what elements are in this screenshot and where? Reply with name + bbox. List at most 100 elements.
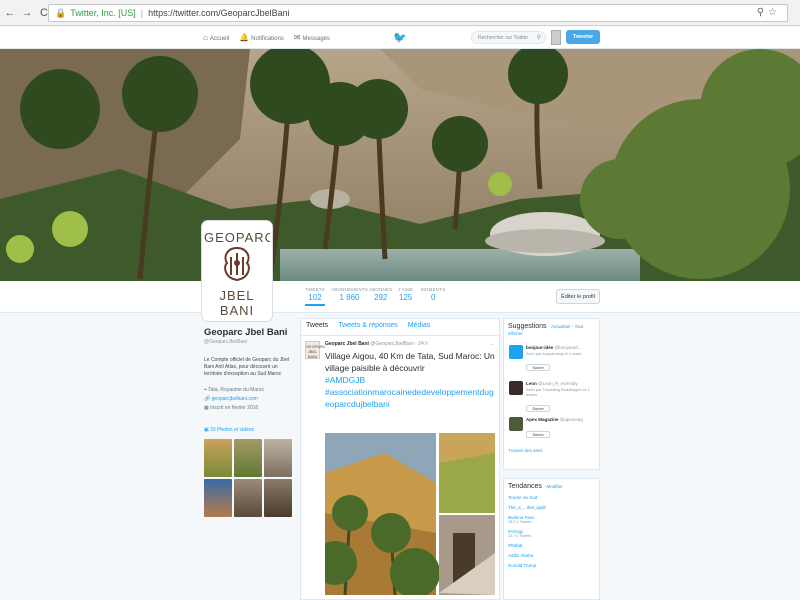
stat-followers[interactable]: ABONNÉS 292: [369, 287, 392, 302]
stat-followers-label: ABONNÉS: [369, 287, 393, 292]
nav-notifications[interactable]: 🔔 Notifications: [239, 33, 284, 42]
tweet-button[interactable]: Tweeter: [566, 30, 600, 44]
stat-tweets[interactable]: TWEETS 102: [305, 287, 325, 306]
profile-joined: ▦ Inscrit en février 2016: [204, 404, 294, 413]
hashtag-link[interactable]: #associationmarocainededeveloppementduge…: [325, 387, 494, 409]
stat-likes[interactable]: J'AIME 125: [398, 287, 413, 302]
photo-icon: ▣: [204, 427, 209, 433]
photos-videos-label: 33 Photos et vidéos: [210, 427, 255, 433]
forward-button[interactable]: →: [20, 7, 34, 19]
avatar-logo-line2: JBEL BANI: [219, 288, 255, 318]
stat-following[interactable]: ABONNEMENTS 1 860: [331, 287, 368, 302]
photo-thumbnail[interactable]: [264, 479, 292, 517]
suggestion-item[interactable]: bonjour-idée @bonjourid… Suivi par sospa…: [508, 345, 595, 373]
tweet-body-text: Village Aigou, 40 Km de Tata, Sud Maroc:…: [325, 351, 495, 373]
trends-panel: Tendances · Modifier Teodor du Sud The_4…: [503, 478, 600, 600]
follow-button[interactable]: Suivre: [526, 431, 550, 438]
follow-button[interactable]: Suivre: [526, 405, 550, 412]
avatar[interactable]: [509, 417, 523, 431]
profile-nav-bar: TWEETS 102 ABONNEMENTS 1 860 ABONNÉS 292…: [0, 281, 800, 313]
profile-handle[interactable]: @GeoparcJbelBani: [204, 339, 294, 345]
account-avatar[interactable]: [551, 30, 561, 45]
tweet-header: Geoparc Jbel Bani @GeoparcJbelBani · 24 …: [325, 341, 494, 347]
geoparc-logo-icon: [224, 246, 250, 282]
who-to-follow: Suggestions · Actualiser · Tout afficher…: [503, 318, 600, 470]
profile-website-link[interactable]: geoparcjbelbani.com: [212, 396, 258, 402]
trend-item[interactable]: The_4_...ibel_iqalil: [508, 505, 595, 510]
suggestion-context: Suivi par sosparming et 1 autre: [526, 351, 582, 356]
tweet-photos: [313, 433, 495, 598]
stat-following-value: 1 860: [339, 293, 360, 302]
stat-tweets-label: TWEETS: [305, 287, 325, 292]
tweet-avatar[interactable]: GEOPARC JBEL BANI: [305, 341, 326, 359]
nav-messages-label: Messages: [302, 36, 330, 42]
oasis-banner-image: [0, 49, 800, 281]
trend-item[interactable]: Teodor du Sud: [508, 495, 595, 500]
stat-likes-label: J'AIME: [398, 287, 414, 292]
suggestion-handle: @Leon_R_Hornsby: [538, 381, 578, 386]
tab-tweets-replies[interactable]: Tweets & réponses: [338, 322, 398, 332]
trend-item[interactable]: Donald Trump: [508, 563, 595, 568]
profile-name[interactable]: Geoparc Jbel Bani: [204, 327, 294, 338]
tweet-handle-time: @GeoparcJbelBani · 24 h: [370, 341, 428, 347]
trend-item[interactable]: #Ahogy 12,7 k Tweets: [508, 529, 595, 538]
search-icon[interactable]: ⚲: [537, 34, 541, 41]
avatar[interactable]: [509, 381, 523, 395]
profile-location: ⌖ Tata, Royaume du Maroc: [204, 386, 294, 395]
photo-thumbnail[interactable]: [234, 479, 262, 517]
hashtag-link[interactable]: #AMDGJB: [325, 375, 365, 385]
tweet-media[interactable]: [313, 433, 495, 598]
search-icon[interactable]: ⚲: [757, 7, 768, 18]
suggestions-title: Suggestions: [508, 323, 547, 330]
tab-media[interactable]: Médias: [408, 322, 431, 332]
tab-tweets[interactable]: Tweets: [306, 322, 328, 332]
photos-videos-link[interactable]: ▣ 33 Photos et vidéos: [204, 427, 254, 433]
twitter-bird-icon[interactable]: 🐦: [393, 31, 407, 44]
link-icon: 🔗: [204, 396, 211, 402]
calendar-icon: ▦: [204, 405, 209, 411]
tweet[interactable]: GEOPARC JBEL BANI Geoparc Jbel Bani @Geop…: [301, 336, 499, 410]
trends-title: Tendances: [508, 483, 542, 490]
photo-grid: [204, 439, 292, 517]
suggestion-item[interactable]: Apex Magazine @apexmag Suivre: [508, 417, 595, 445]
tweet-author[interactable]: Geoparc Jbel Bani: [325, 341, 369, 347]
photo-thumbnail[interactable]: [234, 439, 262, 477]
trend-item[interactable]: #Rabat: [508, 543, 595, 548]
tweet-text: Village Aigou, 40 Km de Tata, Sud Maroc:…: [325, 350, 497, 410]
profile-meta: ⌖ Tata, Royaume du Maroc 🔗 geoparcjbelba…: [204, 386, 294, 413]
back-button[interactable]: ←: [3, 7, 17, 19]
url-text[interactable]: https://twitter.com/GeoparcJbelBani: [148, 8, 290, 18]
twitter-topbar: ⌂ Accueil 🔔 Notifications ✉ Messages 🐦 Rech…: [0, 27, 800, 49]
edit-profile-button[interactable]: Éditer le profil: [556, 289, 600, 304]
chevron-down-icon[interactable]: ⌄: [490, 341, 494, 347]
follow-button[interactable]: Suivre: [526, 364, 550, 371]
address-bar[interactable]: 🔒 Twitter, Inc. [US] | https://twitter.c…: [48, 4, 788, 22]
profile-avatar[interactable]: GEOPARC JBEL BANI: [202, 221, 272, 321]
bell-icon: 🔔: [239, 33, 250, 42]
photo-thumbnail[interactable]: [264, 439, 292, 477]
nav-home-label: Accueil: [209, 36, 230, 42]
suggestion-name: Leon: [526, 381, 537, 386]
envelope-icon: ✉: [293, 33, 301, 42]
stat-moments[interactable]: MOMENTS 0: [421, 287, 445, 302]
trend-item[interactable]: Addis Abeba: [508, 553, 595, 558]
trend-item[interactable]: Burkina Faso 28,2 k Tweets: [508, 515, 595, 524]
profile-website[interactable]: 🔗 geoparcjbelbani.com: [204, 395, 294, 404]
bookmark-star-icon[interactable]: ☆: [768, 7, 781, 18]
home-icon: ⌂: [203, 33, 208, 42]
profile-banner: [0, 49, 800, 281]
suggestion-item[interactable]: Leon @Leon_R_Hornsby Suivi par Travellin…: [508, 381, 595, 412]
trends-change-link[interactable]: · Modifier: [544, 484, 563, 489]
photo-thumbnail[interactable]: [204, 439, 232, 477]
search-input[interactable]: Rechercher sur Twitter ⚲: [471, 31, 546, 44]
stat-following-label: ABONNEMENTS: [331, 287, 368, 292]
photo-thumbnail[interactable]: [204, 479, 232, 517]
avatar[interactable]: [509, 345, 523, 359]
address-actions: ⚲☆: [757, 7, 781, 18]
nav-home[interactable]: ⌂ Accueil: [203, 33, 229, 42]
stat-followers-value: 292: [374, 293, 388, 302]
profile-location-text: Tata, Royaume du Maroc: [208, 387, 264, 393]
find-friends-link[interactable]: Trouver des amis: [508, 448, 595, 453]
url-separator: |: [140, 8, 144, 18]
nav-messages[interactable]: ✉ Messages: [294, 33, 330, 42]
